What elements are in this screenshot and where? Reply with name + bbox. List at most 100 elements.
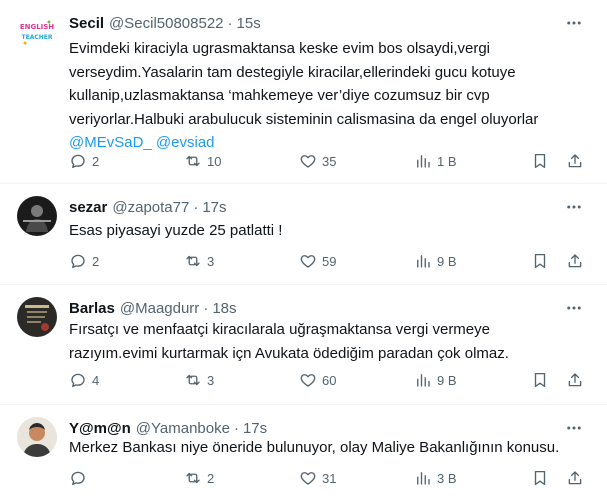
like-count: 31	[322, 470, 337, 486]
more-options-icon[interactable]	[561, 13, 587, 33]
user-handle[interactable]: @Maagdurr	[120, 300, 199, 317]
tweet-header: Secil @Secil50808522 · 15s	[69, 13, 261, 33]
avatar[interactable]	[17, 417, 57, 457]
tweet-text-line: Merkez Bankası niye öneride bulunuyor, o…	[69, 439, 560, 456]
view-count: 1 B	[437, 153, 457, 169]
like-button[interactable]: 59	[299, 250, 336, 272]
action-bar: 2 10 35 1 B	[69, 150, 589, 172]
like-count: 60	[322, 372, 337, 388]
timestamp[interactable]: 15s	[237, 15, 261, 32]
views-button[interactable]: 9 B	[414, 250, 457, 272]
reply-button[interactable]	[69, 467, 92, 489]
share-icon	[568, 254, 582, 268]
bookmark-icon	[534, 153, 546, 169]
tweet-text-line: veriyorlar.Halbuki arabulucuk sisteminin…	[69, 110, 539, 128]
share-button[interactable]	[566, 369, 584, 391]
sezar-avatar-image	[17, 196, 57, 236]
retweet-button[interactable]: 2	[184, 467, 214, 489]
display-name[interactable]: sezar	[69, 199, 107, 216]
view-count: 3 B	[437, 470, 457, 486]
reply-count: 4	[92, 372, 100, 388]
like-button[interactable]: 35	[299, 150, 336, 172]
retweet-button[interactable]: 3	[184, 250, 214, 272]
retweet-button[interactable]: 3	[184, 369, 214, 391]
tweet-header: Barlas @Maagdurr · 18s	[69, 298, 237, 318]
heart-icon	[300, 255, 316, 268]
retweet-button[interactable]: 10	[184, 150, 221, 172]
separator-dot: ·	[193, 198, 199, 216]
tweet-text: Fırsatçı ve menfaatçi kiracılarala uğraş…	[69, 318, 589, 365]
reply-count: 2	[92, 253, 100, 269]
tweet[interactable]: ENGLISH TEACHER Secil @Secil50808522 · 1…	[0, 0, 607, 184]
heart-icon	[300, 155, 316, 168]
bookmark-button[interactable]	[531, 250, 549, 272]
bookmark-icon	[534, 253, 546, 269]
views-button[interactable]: 3 B	[414, 467, 457, 489]
tweet[interactable]: Barlas @Maagdurr · 18s Fırsatçı ve menfa…	[0, 285, 607, 405]
yaman-avatar-image	[17, 417, 57, 457]
more-options-icon[interactable]	[561, 197, 587, 217]
avatar[interactable]: ENGLISH TEACHER	[17, 12, 57, 52]
action-bar: 2 3 59 9 B	[69, 250, 589, 272]
tweet[interactable]: sezar @zapota77 · 17s Esas piyasayi yuzd…	[0, 184, 607, 285]
avatar[interactable]	[17, 196, 57, 236]
views-icon	[417, 472, 430, 485]
more-options-icon[interactable]	[561, 418, 587, 438]
views-button[interactable]: 9 B	[414, 369, 457, 391]
retweet-count: 10	[207, 153, 222, 169]
mention-link[interactable]: @evsiad	[156, 134, 215, 151]
like-count: 59	[322, 253, 337, 269]
tweet-text-line: Fırsatçı ve menfaatçi kiracılarala uğraş…	[69, 321, 490, 338]
avatar[interactable]	[17, 297, 57, 337]
bookmark-button[interactable]	[531, 369, 549, 391]
bookmark-button[interactable]	[531, 150, 549, 172]
tweet-text-line: Esas piyasayi yuzde 25 patlatti !	[69, 222, 283, 239]
retweet-icon	[186, 374, 200, 386]
action-bar: 2 31 3 B	[69, 467, 589, 489]
english-teacher-avatar-image: ENGLISH TEACHER	[17, 12, 57, 52]
tweet-text-line: razıyım.evimi kurtarmak içn Avukata öded…	[69, 344, 509, 362]
user-handle[interactable]: @zapota77	[112, 199, 189, 216]
svg-text:TEACHER: TEACHER	[22, 34, 53, 41]
user-handle[interactable]: @Secil50808522	[109, 15, 223, 32]
tweet-header: Y@m@n @Yamanboke · 17s	[69, 418, 267, 438]
views-button[interactable]: 1 B	[414, 150, 457, 172]
display-name[interactable]: Barlas	[69, 300, 115, 317]
bookmark-icon	[534, 372, 546, 388]
heart-icon	[300, 374, 316, 387]
display-name[interactable]: Secil	[69, 15, 104, 32]
reply-button[interactable]: 4	[69, 369, 99, 391]
share-button[interactable]	[566, 467, 584, 489]
like-button[interactable]: 60	[299, 369, 336, 391]
mention-link[interactable]: @MEvSaD_	[69, 134, 152, 151]
retweet-icon	[186, 472, 200, 484]
heart-icon	[300, 472, 316, 485]
like-button[interactable]: 31	[299, 467, 336, 489]
share-button[interactable]	[566, 250, 584, 272]
bookmark-icon	[534, 470, 546, 486]
reply-button[interactable]: 2	[69, 250, 99, 272]
share-icon	[568, 471, 582, 485]
reply-icon	[71, 471, 85, 486]
retweet-count: 3	[207, 372, 215, 388]
share-button[interactable]	[566, 150, 584, 172]
user-handle[interactable]: @Yamanboke	[136, 420, 230, 437]
reply-count: 2	[92, 153, 100, 169]
timestamp[interactable]: 17s	[243, 420, 267, 437]
share-icon	[568, 154, 582, 168]
tweet-header: sezar @zapota77 · 17s	[69, 197, 227, 217]
timestamp[interactable]: 18s	[212, 300, 236, 317]
bookmark-button[interactable]	[531, 467, 549, 489]
view-count: 9 B	[437, 372, 457, 388]
display-name[interactable]: Y@m@n	[69, 420, 131, 437]
tweet-text: Merkez Bankası niye öneride bulunuyor, o…	[69, 436, 589, 460]
tweet[interactable]: Y@m@n @Yamanboke · 17s Merkez Bankası ni…	[0, 405, 607, 500]
retweet-count: 2	[207, 470, 215, 486]
timestamp[interactable]: 17s	[202, 199, 226, 216]
more-options-icon[interactable]	[561, 298, 587, 318]
reply-button[interactable]: 2	[69, 150, 99, 172]
separator-dot: ·	[227, 14, 233, 32]
tweet-text-line: kullanip,uzlasmaktansa ‘mahkemeye ver’di…	[69, 87, 490, 104]
tweet-text: Evimdeki kiraciyla ugrasmaktansa keske e…	[69, 37, 589, 155]
like-count: 35	[322, 153, 337, 169]
